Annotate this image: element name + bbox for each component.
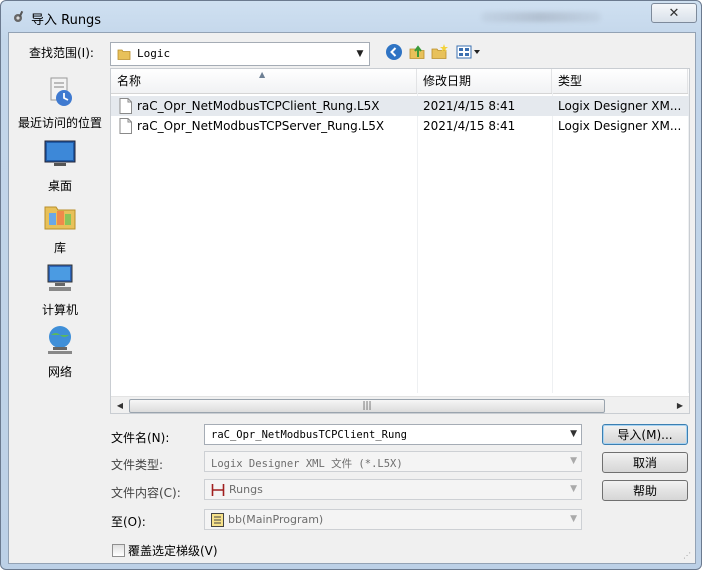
lookin-combo[interactable]: Logic ▼: [110, 42, 370, 66]
file-row[interactable]: raC_Opr_NetModbusTCPClient_Rung.L5X 2021…: [111, 96, 689, 116]
scroll-right-icon[interactable]: ▶: [673, 399, 687, 412]
to-label: 至(O):: [111, 515, 146, 529]
content-combo: Rungs ▼: [204, 479, 582, 500]
blurred-title-area: [481, 12, 601, 22]
place-network[interactable]: 网络: [12, 322, 108, 380]
file-name: raC_Opr_NetModbusTCPServer_Rung.L5X: [137, 119, 385, 133]
close-icon: ✕: [668, 5, 680, 21]
overwrite-checkbox[interactable]: [112, 544, 125, 557]
help-button[interactable]: 帮助: [602, 480, 688, 501]
file-type: Logix Designer XM...: [558, 99, 682, 113]
scroll-thumb[interactable]: |||: [129, 399, 605, 413]
place-recent[interactable]: 最近访问的位置: [12, 73, 108, 131]
back-button[interactable]: [384, 42, 404, 62]
sort-ascending-icon: ▲: [259, 70, 266, 79]
place-libraries[interactable]: 库: [12, 198, 108, 256]
column-header-date[interactable]: 修改日期: [417, 69, 552, 93]
view-menu-button[interactable]: [455, 42, 483, 62]
place-label: 桌面: [47, 179, 72, 193]
place-desktop[interactable]: 桌面: [12, 136, 108, 194]
file-icon: [119, 98, 132, 114]
import-button[interactable]: 导入(M)...: [602, 424, 688, 445]
import-button-label: 导入(M)...: [617, 428, 673, 442]
chevron-down-icon: ▼: [570, 429, 577, 439]
filename-combo[interactable]: raC_Opr_NetModbusTCPClient_Rung ▼: [204, 424, 582, 445]
lookin-value: Logic: [137, 47, 171, 60]
chevron-down-icon: ▼: [570, 456, 577, 466]
place-label: 最近访问的位置: [17, 116, 102, 130]
column-divider: [552, 93, 553, 393]
chevron-down-icon: ▼: [356, 49, 364, 59]
filename-label: 文件名(N):: [111, 431, 170, 445]
window-title: 导入 Rungs: [31, 13, 102, 28]
chevron-down-icon: ▼: [570, 484, 577, 494]
place-label: 库: [53, 241, 66, 255]
up-folder-button[interactable]: [407, 42, 427, 62]
cancel-button[interactable]: 取消: [602, 452, 688, 473]
back-icon: [386, 44, 402, 60]
column-header-type[interactable]: 类型: [552, 69, 688, 93]
grip-icon: |||: [362, 401, 372, 411]
file-date: 2021/4/15 8:41: [423, 119, 516, 133]
desktop-icon: [44, 140, 76, 166]
help-button-label: 帮助: [632, 484, 657, 498]
network-icon: [48, 326, 72, 354]
computer-icon: [47, 264, 73, 291]
program-icon: [211, 513, 224, 527]
up-folder-icon: [409, 45, 425, 59]
folder-icon: [117, 49, 131, 60]
file-type: Logix Designer XM...: [558, 119, 682, 133]
file-row[interactable]: raC_Opr_NetModbusTCPServer_Rung.L5X 2021…: [111, 116, 689, 136]
resize-grip-icon[interactable]: ⋰: [683, 551, 693, 561]
place-label: 计算机: [41, 303, 78, 317]
filetype-label: 文件类型:: [111, 458, 164, 472]
place-label: 网络: [47, 365, 72, 379]
column-label: 类型: [558, 74, 583, 88]
content-value: Rungs: [229, 483, 263, 496]
rung-icon: [211, 484, 225, 496]
chevron-down-icon: ▼: [570, 514, 577, 524]
filename-value: raC_Opr_NetModbusTCPClient_Rung: [211, 429, 407, 441]
new-folder-icon: [431, 44, 448, 59]
filetype-combo: Logix Designer XML 文件 (*.L5X) ▼: [204, 451, 582, 472]
recent-places-icon: [50, 77, 72, 106]
file-name: raC_Opr_NetModbusTCPClient_Rung.L5X: [137, 99, 380, 113]
view-menu-icon: [456, 45, 480, 59]
libraries-icon: [44, 206, 76, 230]
list-header: 名称 ▲ 修改日期 类型: [111, 69, 689, 94]
file-icon: [119, 118, 132, 134]
file-list[interactable]: 名称 ▲ 修改日期 类型 raC_Opr_NetModbusTCPClient_…: [110, 68, 690, 414]
to-combo: bb(MainProgram) ▼: [204, 509, 582, 530]
column-divider: [417, 93, 418, 393]
content-label: 文件内容(C):: [111, 486, 181, 500]
app-icon: [14, 10, 24, 22]
filetype-value: Logix Designer XML 文件 (*.L5X): [211, 458, 403, 470]
scroll-left-icon[interactable]: ◀: [113, 399, 127, 412]
overwrite-label: 覆盖选定梯级(V): [128, 544, 218, 558]
close-button[interactable]: ✕: [651, 3, 697, 23]
column-label: 名称: [117, 74, 142, 88]
new-folder-button[interactable]: [430, 42, 450, 62]
places-bar: 最近访问的位置 桌面 库 计算机 网络: [12, 68, 108, 443]
import-rungs-dialog: 导入 Rungs ✕ 查找范围(I): Logic ▼ 最近访问的位置 桌面 库…: [0, 0, 702, 570]
cancel-button-label: 取消: [632, 456, 657, 470]
title-bar[interactable]: 导入 Rungs ✕: [1, 1, 701, 33]
lookin-label: 查找范围(I):: [29, 46, 94, 60]
file-date: 2021/4/15 8:41: [423, 99, 516, 113]
to-value: bb(MainProgram): [228, 513, 324, 526]
dialog-client: 查找范围(I): Logic ▼ 最近访问的位置 桌面 库 计算机 网络 名称 …: [8, 32, 696, 564]
column-label: 修改日期: [423, 74, 472, 88]
place-computer[interactable]: 计算机: [12, 260, 108, 318]
horizontal-scrollbar[interactable]: ◀ ||| ▶: [111, 396, 689, 413]
column-divider: [688, 93, 689, 393]
